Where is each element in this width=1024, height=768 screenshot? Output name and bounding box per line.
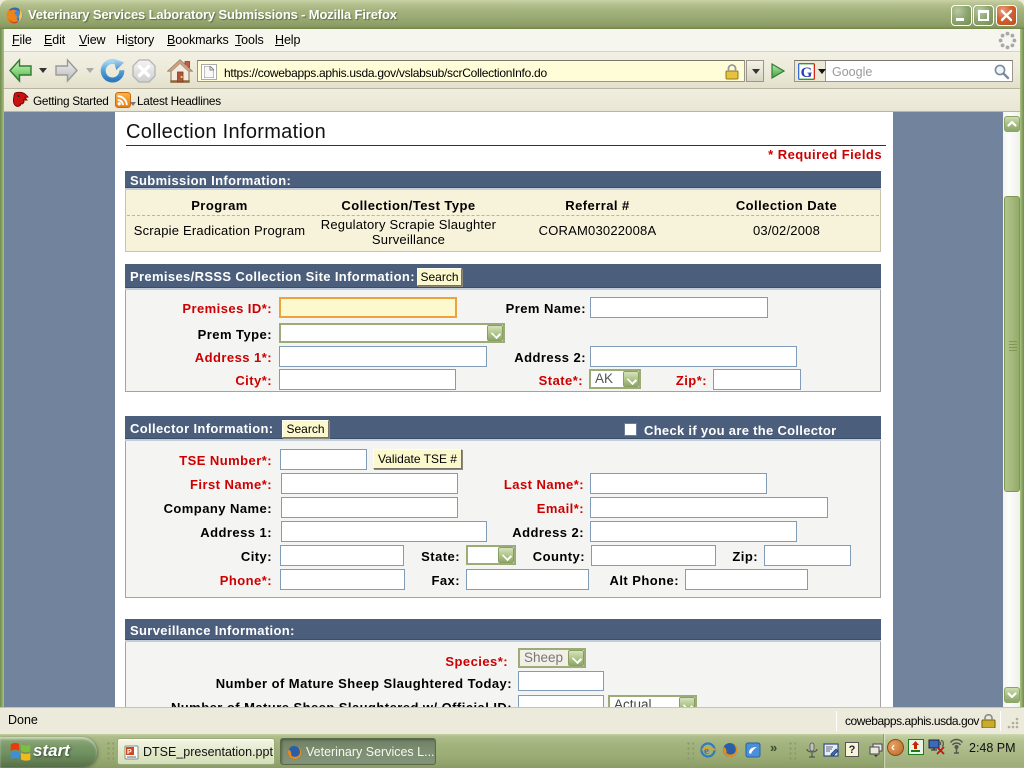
svg-text:e: e [704,745,709,757]
svg-text:G: G [801,65,813,80]
svg-text:P: P [127,749,132,756]
